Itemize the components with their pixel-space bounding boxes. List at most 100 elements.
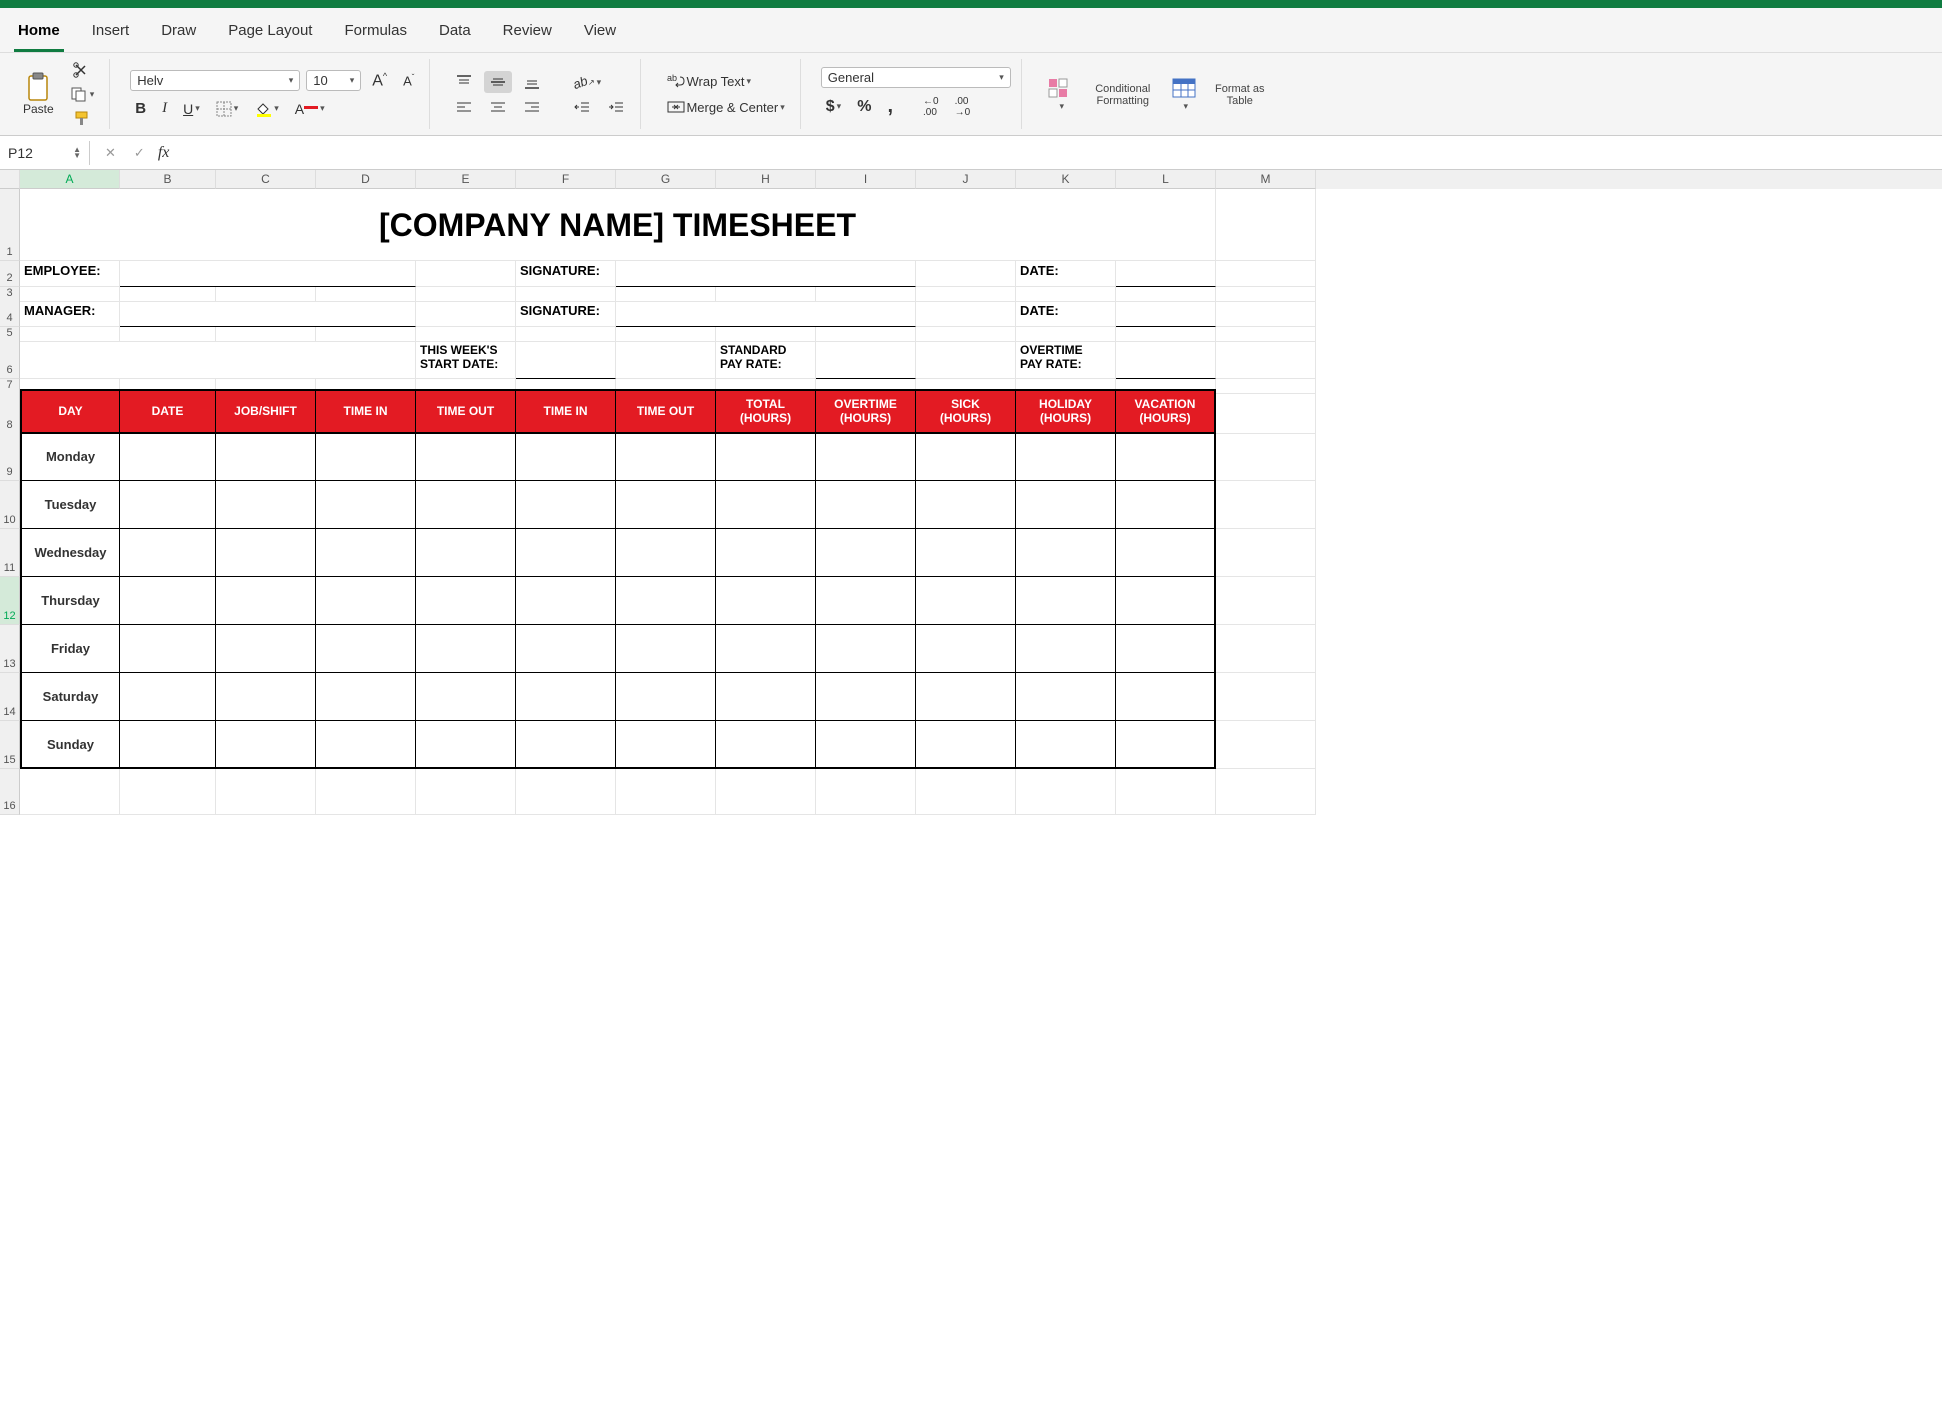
table-header[interactable]: TIME OUT: [416, 389, 516, 434]
cell[interactable]: [20, 341, 416, 379]
row-header[interactable]: 15: [0, 721, 20, 769]
table-cell[interactable]: [916, 481, 1016, 529]
table-cell[interactable]: [816, 433, 916, 481]
table-header[interactable]: OVERTIME (HOURS): [816, 389, 916, 434]
table-cell[interactable]: [516, 433, 616, 481]
cell[interactable]: [916, 261, 1016, 287]
format-as-table-button[interactable]: ▾: [1166, 74, 1204, 115]
row-header[interactable]: 12: [0, 577, 20, 625]
cell[interactable]: [120, 327, 216, 342]
table-cell[interactable]: [316, 721, 416, 769]
cell[interactable]: [120, 261, 416, 287]
table-cell[interactable]: [616, 577, 716, 625]
table-cell[interactable]: [316, 529, 416, 577]
field-label[interactable]: THIS WEEK'S START DATE:: [416, 341, 516, 379]
table-cell[interactable]: [616, 721, 716, 769]
table-cell[interactable]: [816, 529, 916, 577]
cell[interactable]: [1116, 287, 1216, 302]
table-cell[interactable]: [916, 433, 1016, 481]
table-cell[interactable]: [316, 481, 416, 529]
font-name-select[interactable]: Helv▾: [130, 70, 300, 91]
cell[interactable]: [916, 301, 1016, 327]
table-cell[interactable]: [1016, 529, 1116, 577]
cell[interactable]: [1216, 261, 1316, 287]
table-cell[interactable]: [716, 577, 816, 625]
table-cell[interactable]: [216, 673, 316, 721]
cell[interactable]: [316, 327, 416, 342]
col-header-E[interactable]: E: [416, 170, 516, 189]
fx-icon[interactable]: fx: [158, 144, 170, 162]
copy-button[interactable]: ▾: [65, 83, 100, 105]
row-header[interactable]: 9: [0, 433, 20, 481]
col-header-J[interactable]: J: [916, 170, 1016, 189]
col-header-C[interactable]: C: [216, 170, 316, 189]
cell[interactable]: [916, 341, 1016, 379]
tab-data[interactable]: Data: [435, 16, 475, 52]
table-cell[interactable]: [916, 721, 1016, 769]
table-cell[interactable]: [516, 625, 616, 673]
table-cell[interactable]: [1116, 433, 1216, 481]
increase-indent-button[interactable]: [602, 97, 630, 117]
cell[interactable]: [716, 287, 816, 302]
row-header[interactable]: 11: [0, 529, 20, 577]
cell[interactable]: [1016, 769, 1116, 815]
table-cell[interactable]: [416, 577, 516, 625]
paste-button[interactable]: Paste: [18, 69, 59, 119]
row-header[interactable]: 2: [0, 261, 20, 287]
cell[interactable]: [120, 287, 216, 302]
table-cell[interactable]: [120, 625, 216, 673]
tab-insert[interactable]: Insert: [88, 16, 134, 52]
table-cell[interactable]: [716, 529, 816, 577]
table-cell[interactable]: [316, 673, 416, 721]
accept-formula-button[interactable]: ✓: [129, 142, 150, 164]
field-label[interactable]: EMPLOYEE:: [20, 261, 120, 287]
table-header[interactable]: TIME IN: [516, 389, 616, 434]
cell[interactable]: [1216, 287, 1316, 302]
cell[interactable]: [1216, 327, 1316, 342]
tab-view[interactable]: View: [580, 16, 620, 52]
table-cell[interactable]: [216, 625, 316, 673]
field-label[interactable]: SIGNATURE:: [516, 261, 616, 287]
row-header[interactable]: 10: [0, 481, 20, 529]
table-cell[interactable]: [616, 673, 716, 721]
table-cell[interactable]: [916, 577, 1016, 625]
cell[interactable]: [516, 769, 616, 815]
table-cell[interactable]: [316, 577, 416, 625]
cell[interactable]: [1116, 301, 1216, 327]
day-label[interactable]: Tuesday: [20, 481, 120, 529]
cell[interactable]: [516, 327, 616, 342]
day-label[interactable]: Monday: [20, 433, 120, 481]
row-header[interactable]: 16: [0, 769, 20, 815]
table-cell[interactable]: [1116, 529, 1216, 577]
cell[interactable]: [916, 287, 1016, 302]
table-cell[interactable]: [1016, 625, 1116, 673]
cell[interactable]: [216, 287, 316, 302]
day-label[interactable]: Thursday: [20, 577, 120, 625]
field-label[interactable]: STANDARD PAY RATE:: [716, 341, 816, 379]
row-header[interactable]: 3: [0, 287, 20, 302]
align-bottom-button[interactable]: [518, 71, 546, 93]
cell[interactable]: [716, 769, 816, 815]
table-cell[interactable]: [216, 529, 316, 577]
row-header[interactable]: 14: [0, 673, 20, 721]
table-cell[interactable]: [716, 721, 816, 769]
align-center-button[interactable]: [484, 97, 512, 117]
orientation-button[interactable]: ab↗▾: [568, 72, 606, 93]
table-cell[interactable]: [1016, 721, 1116, 769]
cell[interactable]: [1216, 577, 1316, 625]
grid[interactable]: 1[COMPANY NAME] TIMESHEET2EMPLOYEE:SIGNA…: [0, 189, 1942, 815]
align-middle-button[interactable]: [484, 71, 512, 93]
table-cell[interactable]: [120, 721, 216, 769]
day-label[interactable]: Saturday: [20, 673, 120, 721]
name-box[interactable]: P12 ▲▼: [0, 141, 90, 165]
cell[interactable]: [1016, 287, 1116, 302]
table-header[interactable]: VACATION (HOURS): [1116, 389, 1216, 434]
cell[interactable]: [616, 287, 716, 302]
percent-button[interactable]: %: [852, 95, 876, 119]
table-cell[interactable]: [916, 673, 1016, 721]
table-cell[interactable]: [120, 481, 216, 529]
tab-home[interactable]: Home: [14, 16, 64, 52]
cell[interactable]: [516, 287, 616, 302]
table-cell[interactable]: [1116, 577, 1216, 625]
font-size-select[interactable]: 10▾: [306, 70, 361, 91]
